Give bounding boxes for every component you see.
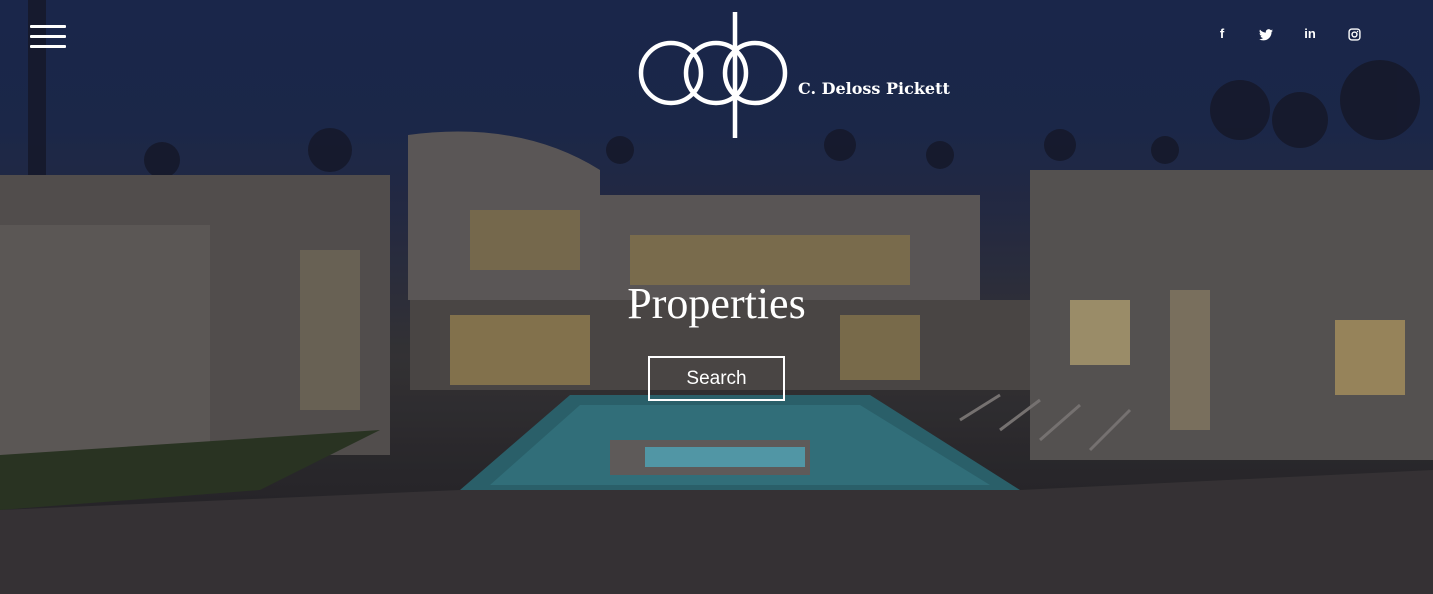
linkedin-icon[interactable]: in xyxy=(1288,24,1332,44)
instagram-icon[interactable] xyxy=(1332,24,1376,44)
hero-section: C. Deloss Pickett f in Properties Search xyxy=(0,0,1433,594)
hamburger-menu-icon[interactable] xyxy=(30,25,66,49)
site-logo[interactable]: C. Deloss Pickett xyxy=(635,10,955,140)
twitter-icon[interactable] xyxy=(1244,24,1288,44)
facebook-icon[interactable]: f xyxy=(1200,24,1244,44)
page-title: Properties xyxy=(627,279,806,328)
social-links: f in xyxy=(1200,24,1376,44)
search-button[interactable]: Search xyxy=(648,356,785,401)
cdp-monogram-logo xyxy=(638,12,788,138)
logo-name: C. Deloss Pickett xyxy=(798,79,950,98)
